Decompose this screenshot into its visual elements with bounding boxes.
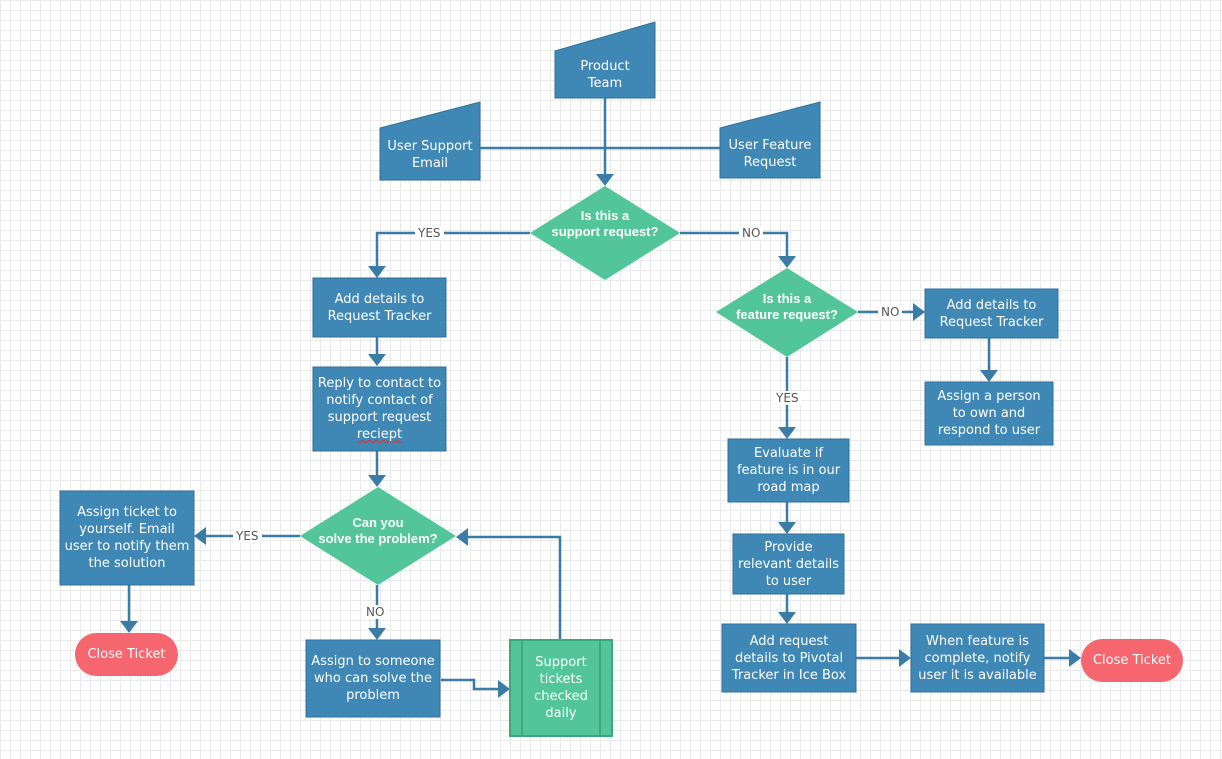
decision-label-line1: Is this a [580, 208, 630, 223]
arrowhead [456, 528, 468, 546]
node-evaluate-roadmap[interactable]: Evaluate if feature is in our road map [728, 439, 849, 502]
decision-label-line2: solve the problem? [318, 531, 438, 546]
node-reply-contact[interactable]: Reply to contact to notify contact of su… [313, 367, 446, 451]
arrowhead [778, 522, 796, 534]
decision-label-line2: support request? [551, 224, 659, 239]
arrowhead [596, 174, 614, 186]
edge-label-solve-no: NO [363, 605, 388, 619]
reply-contact-text: Reply to contact to notify contact of su… [317, 376, 442, 425]
arrowhead [778, 427, 796, 439]
node-label: Provide relevant details to user [737, 539, 840, 589]
misspelled-word: reciept [356, 427, 403, 442]
node-label: Product Team [580, 58, 630, 91]
node-notify-available[interactable]: When feature is complete, notify user it… [911, 624, 1044, 692]
node-label: Assign a person to own and respond to us… [937, 389, 1041, 438]
node-add-details-right[interactable]: Add details to Request Tracker [925, 289, 1058, 338]
node-label: Add details to Request Tracker [939, 297, 1044, 330]
connector-support-loop [467, 535, 562, 640]
node-close-ticket-left[interactable]: Close Ticket [75, 633, 178, 676]
connector-support-no [680, 231, 789, 258]
arrowhead [368, 475, 386, 487]
node-solve-decision[interactable]: Can you solve the problem? [308, 515, 448, 547]
node-label: User Support Email [387, 139, 473, 171]
node-label: Assign ticket to yourself. Email user to… [64, 505, 190, 571]
node-label: Assign to someone who can solve the prob… [311, 654, 435, 703]
arrowhead [980, 370, 998, 382]
edge-label-feature-yes: YES [773, 391, 802, 405]
decision-label-line1: Is this a [762, 291, 812, 306]
node-label: Close Ticket [1092, 653, 1171, 668]
node-assign-someone[interactable]: Assign to someone who can solve the prob… [306, 640, 440, 717]
edge-label-support-no: NO [739, 226, 764, 240]
edge-label-solve-yes: YES [233, 529, 262, 543]
arrowhead [368, 628, 386, 640]
node-label: When feature is complete, notify user it… [918, 633, 1037, 683]
node-support-decision[interactable]: Is this a support request? [540, 208, 670, 240]
node-assign-person[interactable]: Assign a person to own and respond to us… [925, 382, 1053, 445]
node-add-pivotal[interactable]: Add request details to Pivotal Tracker i… [722, 624, 856, 692]
node-label: Reply to contact to notify contact of su… [317, 375, 442, 443]
decision-label-line2: feature request? [736, 307, 838, 322]
arrowhead [368, 266, 386, 278]
node-close-ticket-right[interactable]: Close Ticket [1081, 639, 1183, 682]
node-user-support-email[interactable]: User Support Email [380, 130, 480, 180]
node-label: Close Ticket [87, 647, 166, 662]
node-product-team[interactable]: Product Team [555, 51, 655, 98]
node-add-details-left[interactable]: Add details to Request Tracker [313, 278, 446, 337]
node-label: Add details to Request Tracker [327, 291, 432, 324]
node-assign-self[interactable]: Assign ticket to yourself. Email user to… [60, 491, 194, 585]
node-provide-details[interactable]: Provide relevant details to user [733, 534, 844, 594]
arrowhead [913, 303, 925, 321]
edge-label-feature-no: NO [878, 305, 903, 319]
arrowhead [368, 354, 386, 366]
decision-label-line1: Can you [352, 515, 404, 530]
node-label: Evaluate if feature is in our road map [736, 446, 841, 495]
arrowhead [778, 256, 796, 268]
node-user-feature-request[interactable]: User Feature Request [720, 130, 820, 178]
arrowhead [120, 621, 138, 633]
arrowhead [778, 612, 796, 624]
edge-label-support-yes: YES [415, 226, 444, 240]
arrowhead [194, 527, 206, 545]
node-support-tickets-daily[interactable]: Support tickets checked daily [522, 640, 600, 736]
arrowhead [899, 649, 911, 667]
node-label: Support tickets checked daily [534, 655, 588, 721]
node-label: Add request details to Pivotal Tracker i… [731, 633, 847, 683]
connector-support-yes [375, 231, 530, 268]
node-feature-decision[interactable]: Is this a feature request? [722, 291, 852, 323]
arrowhead [498, 680, 510, 698]
arrowhead [1069, 649, 1081, 667]
connector-assign-to-support [441, 678, 500, 691]
node-label: User Feature Request [728, 138, 812, 170]
